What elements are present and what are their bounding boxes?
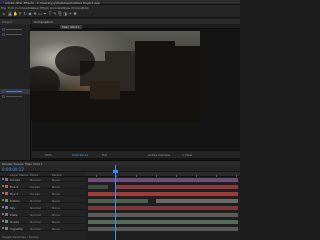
layer-parent[interactable]: None [52,227,60,231]
layer-parent[interactable]: None [52,185,60,189]
layer-parent[interactable]: None [52,178,60,182]
tools-panel: ⌂ ▲ ✋ ⚲ ↻ ◉ ✥ ▭ ✒ T ✎ ⎘ ◨ ✦ ✱ [0,9,240,18]
layer-bar[interactable] [88,213,238,217]
layer-bar[interactable] [88,178,238,182]
layer-bar[interactable] [88,227,238,231]
label-color[interactable] [5,178,8,181]
layer-bar[interactable] [88,199,148,203]
project-tab[interactable]: Project [2,20,12,24]
view-dropdown[interactable]: Active Camera [148,153,170,157]
viewer-controls: 50% 0:00:00:12 Full Active Camera 1 View [32,150,240,158]
layer-row[interactable]: Grade Normal None [0,219,86,224]
layer-mode[interactable]: Normal [30,213,41,217]
visibility-icon[interactable] [2,192,4,194]
layer-row[interactable]: Debris Normal None [0,198,86,203]
project-item[interactable] [0,94,31,99]
layer-mode[interactable]: Normal [30,199,41,203]
layer-name: Sky [10,206,16,210]
layer-name: Grade [10,220,20,224]
layer-name: Debris [10,199,20,203]
app-icon [1,1,4,4]
pan-behind-icon[interactable]: ✥ [33,11,37,16]
layer-name: Plate [10,213,18,217]
layer-parent[interactable]: None [52,206,60,210]
layer-parent[interactable]: None [52,199,60,203]
layer-parent[interactable]: None [52,213,60,217]
layer-name: Fire 1 [10,192,19,196]
layer-mode[interactable]: Screen [30,185,40,189]
layer-list: Smoke Normal None Fire 2 Screen None Fir… [0,177,86,240]
playhead-handle[interactable] [113,170,118,173]
layer-mode[interactable]: Normal [30,206,41,210]
label-color[interactable] [5,199,8,202]
project-panel: Project [0,19,31,160]
layer-bar[interactable] [88,192,238,196]
resolution-dropdown[interactable]: Full [102,153,107,157]
layer-row[interactable]: Plate Normal None [0,212,86,217]
viewer-subtab-bar: Main Shot 1 [32,24,240,29]
text-icon[interactable]: T [48,11,52,16]
layer-row[interactable]: Smoke Normal None [0,177,86,182]
rotate-icon[interactable]: ↻ [23,11,27,16]
layer-name: Fire 2 [10,185,19,189]
camera-icon[interactable]: ◉ [28,11,32,16]
zoom-dropdown[interactable]: 50% [45,153,52,157]
selection-icon[interactable]: ▲ [8,11,12,16]
visibility-icon[interactable] [2,199,4,201]
layer-bar[interactable] [88,206,238,210]
views-layout-dropdown[interactable]: 1 View [182,153,192,157]
project-tab-bar: Project [0,19,31,24]
clone-icon[interactable]: ⎘ [58,11,62,16]
label-color[interactable] [5,213,8,216]
layer-mode[interactable]: Normal [30,178,41,182]
label-color[interactable] [5,220,8,223]
visibility-icon[interactable] [2,178,4,180]
hand-icon[interactable]: ✋ [13,11,18,16]
playhead[interactable] [115,165,116,240]
composition-frame[interactable] [30,31,200,121]
eraser-icon[interactable]: ◨ [63,11,67,16]
layer-mode[interactable]: Normal [30,220,41,224]
layer-parent[interactable]: None [52,192,60,196]
pen-icon[interactable]: ✒ [43,11,47,16]
project-item[interactable] [0,32,31,37]
layer-row[interactable]: Fire 2 Screen None [0,184,86,189]
visibility-icon[interactable] [2,206,4,208]
timeline-tracks [86,177,240,240]
layer-name: Smoke [10,178,21,182]
roto-icon[interactable]: ✦ [68,11,72,16]
home-icon[interactable]: ⌂ [2,11,6,16]
layer-row[interactable]: Sky Normal None [0,205,86,210]
label-color[interactable] [5,185,8,188]
toggle-switches-modes[interactable]: Toggle Switches / Modes [2,235,39,239]
timeline-panel: Render Queue Main Shot 1 0:00:00:12 Laye… [0,160,240,240]
label-color[interactable] [5,192,8,195]
rectangle-icon[interactable]: ▭ [38,11,42,16]
visibility-icon[interactable] [2,185,4,187]
layer-name: Vignette [10,227,23,231]
layer-mode[interactable]: Screen [30,192,40,196]
layer-bar[interactable] [88,220,238,224]
layer-mode[interactable]: Normal [30,227,41,231]
visibility-icon[interactable] [2,213,4,215]
brush-icon[interactable]: ✎ [53,11,57,16]
layer-row[interactable]: Vignette Normal None [0,226,86,231]
visibility-icon[interactable] [2,227,4,229]
label-color[interactable] [5,206,8,209]
layer-bar[interactable] [116,185,238,189]
visibility-icon[interactable] [2,220,4,222]
comp-tab[interactable]: Main Shot 1 [60,25,82,29]
layer-bar[interactable] [156,199,238,203]
zoom-icon[interactable]: ⚲ [18,11,22,16]
layer-row[interactable]: Fire 1 Screen None [0,191,86,196]
puppet-icon[interactable]: ✱ [73,11,77,16]
layer-bar[interactable] [88,185,108,189]
viewer-timecode[interactable]: 0:00:00:12 [72,153,88,157]
label-color[interactable] [5,227,8,230]
layer-parent[interactable]: None [52,220,60,224]
